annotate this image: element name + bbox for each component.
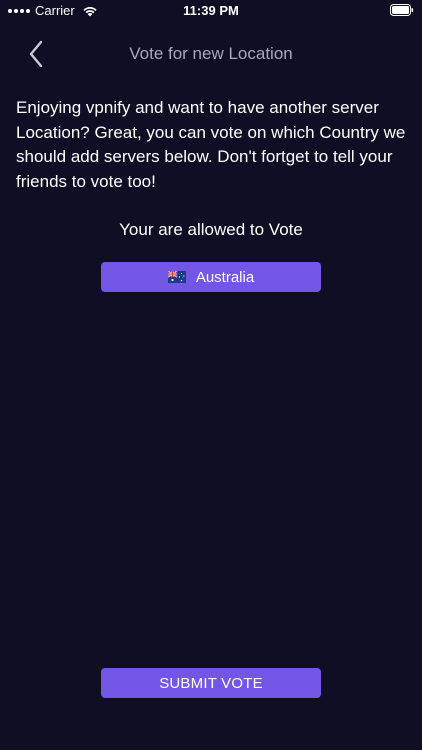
- status-time: 11:39 PM: [183, 3, 239, 18]
- vote-allowed-label: Your are allowed to Vote: [119, 220, 303, 239]
- australia-flag-icon: [167, 271, 186, 283]
- status-bar: Carrier 11:39 PM: [0, 0, 422, 22]
- country-label: Australia: [195, 268, 255, 286]
- intro-text: Enjoying vpnify and want to have another…: [16, 98, 406, 191]
- page-title: Vote for new Location: [129, 44, 293, 63]
- country-select-button[interactable]: Australia: [101, 262, 321, 292]
- battery-icon: [390, 4, 414, 16]
- nav-bar: Vote for new Location: [0, 32, 422, 76]
- submit-vote-button[interactable]: SUBMIT VOTE: [101, 668, 321, 698]
- submit-vote-label: SUBMIT VOTE: [159, 674, 263, 692]
